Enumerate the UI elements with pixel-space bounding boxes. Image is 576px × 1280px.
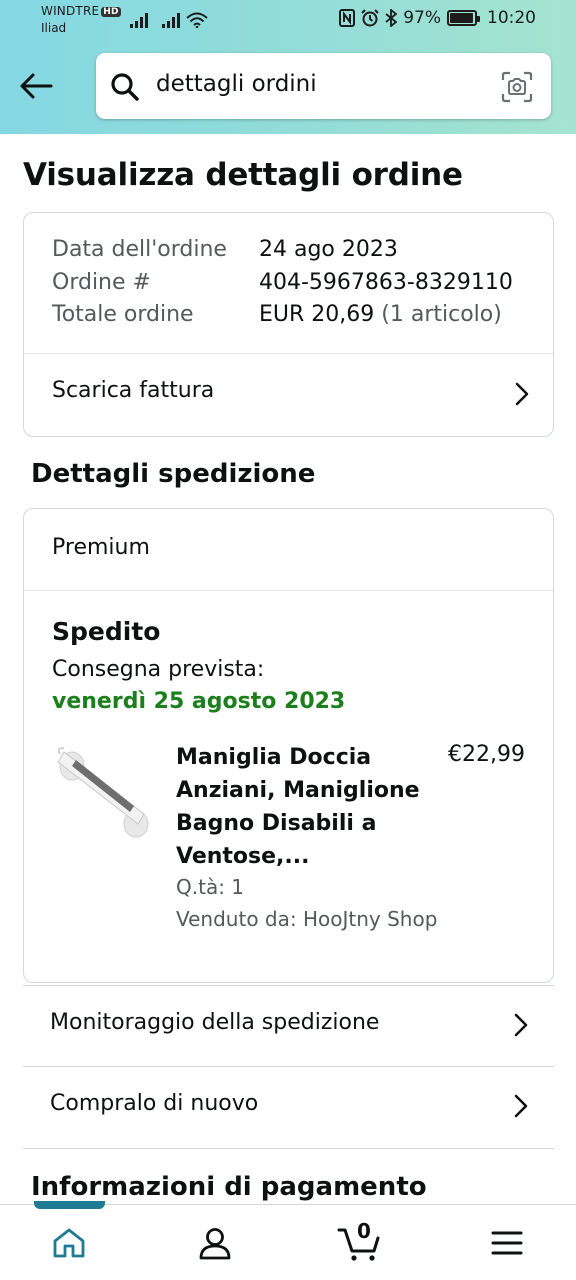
order-summary-card: Data dell'ordine 24 ago 2023 Ordine # 40… (23, 212, 554, 437)
search-icon (111, 73, 139, 101)
product-title-link[interactable]: Maniglia Doccia Anziani, Maniglione Bagn… (176, 741, 436, 873)
nav-account[interactable] (195, 1223, 235, 1263)
order-number-value: 404-5967863-8329110 (259, 270, 513, 295)
signal-icon-2 (162, 13, 180, 28)
active-tab-indicator (34, 1201, 105, 1209)
product-title-line: Ventose,... (176, 844, 310, 869)
back-arrow-icon (20, 73, 53, 99)
buy-again-label: Compralo di nuovo (50, 1091, 259, 1116)
carrier-secondary: Iliad (41, 21, 67, 35)
divider (24, 590, 553, 591)
nav-home[interactable] (49, 1223, 89, 1263)
carrier-primary: WINDTRE HD (41, 4, 121, 18)
shipping-plan: Premium (52, 535, 150, 560)
order-total-amount: EUR 20,69 (259, 302, 375, 327)
download-invoice-link[interactable]: Scarica fattura (24, 354, 553, 437)
order-total-label: Totale ordine (52, 302, 194, 327)
product-image[interactable] (54, 744, 154, 844)
battery-percent: 97% (403, 8, 441, 28)
product-title-line: Anziani, Maniglione (176, 778, 420, 803)
shipment-card: Premium Spedito Consegna prevista: vener… (23, 508, 554, 983)
track-shipment-label: Monitoraggio della spedizione (50, 1010, 380, 1035)
product-title-line: Maniglia Doccia (176, 745, 372, 770)
carrier-name: WINDTRE (41, 4, 100, 18)
status-bar: WINDTRE HD Iliad 97% 10:20 (0, 0, 576, 42)
signal-icon (130, 13, 148, 28)
battery-fill (450, 13, 474, 23)
account-icon (199, 1228, 231, 1260)
delivery-label: Consegna prevista: (52, 657, 265, 682)
wifi-icon (186, 12, 208, 28)
bluetooth-icon (385, 9, 398, 27)
hd-badge: HD (101, 7, 121, 17)
back-button[interactable] (18, 68, 54, 104)
menu-icon (491, 1231, 523, 1255)
payment-section-title: Informazioni di pagamento (31, 1172, 427, 1202)
chevron-right-icon (515, 382, 529, 406)
bottom-nav: 0 (0, 1201, 576, 1280)
clock: 10:20 (487, 8, 536, 28)
top-bar: WINDTRE HD Iliad 97% 10:20 dettagli ordi… (0, 0, 576, 134)
search-input[interactable] (156, 71, 486, 97)
shipment-status: Spedito (52, 617, 161, 646)
product-title-line: Bagno Disabili a (176, 811, 377, 836)
camera-search-icon[interactable] (501, 71, 533, 103)
order-date-value: 24 ago 2023 (259, 237, 398, 262)
nfc-icon (339, 9, 356, 27)
chevron-right-icon (514, 1094, 528, 1118)
nav-cart[interactable]: 0 (336, 1219, 384, 1263)
order-number-label: Ordine # (52, 270, 151, 295)
shipping-section-title: Dettagli spedizione (31, 459, 316, 489)
delivery-date: venerdì 25 agosto 2023 (52, 689, 346, 714)
buy-again-link[interactable]: Compralo di nuovo (23, 1066, 554, 1148)
nav-menu[interactable] (487, 1223, 527, 1263)
product-price: €22,99 (448, 742, 525, 767)
product-quantity: Q.tà: 1 (176, 875, 245, 899)
status-right: 97% 10:20 (339, 8, 536, 28)
order-item-count: (1 articolo) (381, 302, 502, 327)
order-date-label: Data dell'ordine (52, 237, 227, 262)
chevron-right-icon (514, 1013, 528, 1037)
download-invoice-label: Scarica fattura (52, 378, 215, 403)
alarm-icon (361, 9, 379, 27)
divider (23, 1148, 554, 1149)
page-title: Visualizza dettagli ordine (23, 157, 463, 193)
track-shipment-link[interactable]: Monitoraggio della spedizione (23, 985, 554, 1067)
product-seller: Venduto da: HooJtny Shop (176, 907, 438, 931)
home-icon (53, 1228, 85, 1258)
cart-count: 0 (357, 1219, 371, 1243)
search-bar[interactable] (96, 53, 551, 119)
order-total-value: EUR 20,69 (1 articolo) (259, 302, 502, 327)
battery-icon (447, 10, 480, 26)
